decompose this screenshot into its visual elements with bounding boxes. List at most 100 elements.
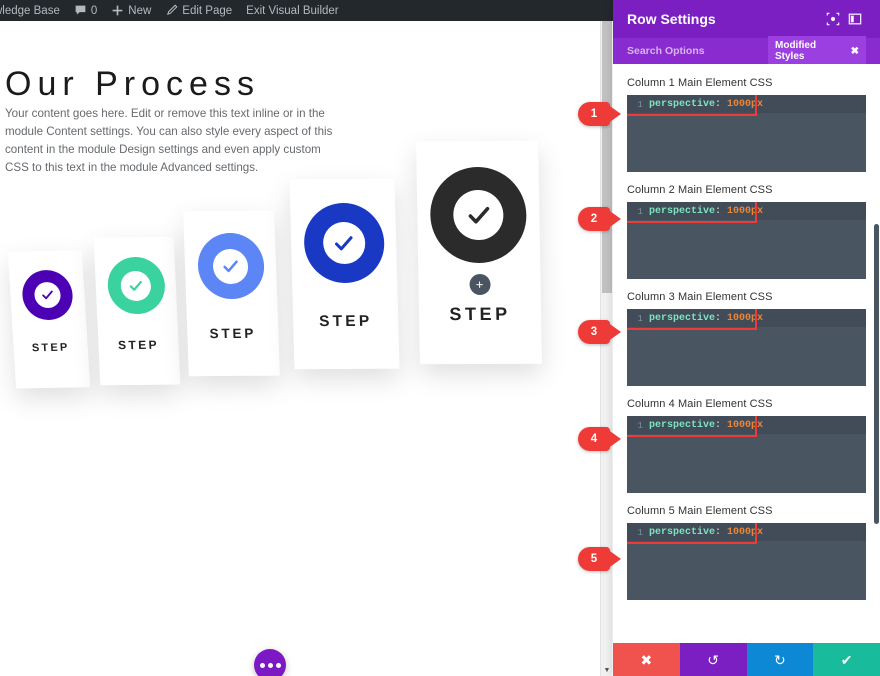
- admin-bar-comments[interactable]: 0: [67, 0, 104, 21]
- responsive-preview-icon[interactable]: [822, 8, 844, 30]
- close-icon[interactable]: ✖: [851, 46, 859, 57]
- panel-header: Row Settings: [613, 0, 880, 38]
- row-settings-panel: Row Settings Modified Styles ✖: [613, 0, 880, 676]
- plus-icon: [111, 4, 124, 17]
- panel-footer-actions: ✖ ↺ ↻ ✔: [613, 643, 880, 676]
- page-scrollbar-thumb[interactable]: [602, 21, 612, 293]
- admin-bar-site-name[interactable]: wledge Base: [0, 0, 67, 21]
- cancel-button[interactable]: ✖: [613, 643, 680, 676]
- check-icon: [129, 280, 142, 291]
- step-cards-row: STEP STEP STEP STEP + STEP: [0, 106, 600, 426]
- css-value: 1000px: [727, 526, 764, 538]
- field-label: Column 1 Main Element CSS: [627, 77, 773, 89]
- field-label: Column 3 Main Element CSS: [627, 291, 773, 303]
- annotation-marker-4: 4: [578, 427, 622, 451]
- check-icon: [468, 206, 489, 224]
- code-line-number: 1: [637, 419, 643, 431]
- undo-button[interactable]: ↺: [679, 643, 747, 676]
- css-code-editor[interactable]: 1 perspective: 1000px: [627, 202, 866, 279]
- css-punctuation: :: [715, 312, 728, 324]
- admin-bar-new[interactable]: New: [104, 0, 158, 21]
- code-line-number: 1: [637, 312, 643, 324]
- annotation-marker-2: 2: [578, 207, 622, 231]
- add-module-button[interactable]: +: [468, 273, 491, 296]
- comments-count: 0: [90, 4, 98, 17]
- annotation-marker-5: 5: [578, 547, 622, 571]
- css-code-editor[interactable]: 1 perspective: 1000px: [627, 95, 866, 172]
- search-input[interactable]: [627, 45, 768, 57]
- css-code-editor[interactable]: 1 perspective: 1000px: [627, 416, 866, 493]
- css-property: perspective: [649, 98, 716, 110]
- code-line[interactable]: 1 perspective: 1000px: [627, 523, 866, 541]
- step-label: STEP: [449, 303, 511, 325]
- step-card[interactable]: STEP: [7, 250, 91, 389]
- field-column-2-main-element-css: Column 2 Main Element CSS 1 perspective:…: [627, 184, 866, 279]
- divi-menu-dots-icon: [259, 662, 265, 668]
- css-value: 1000px: [727, 312, 764, 324]
- admin-bar-exit-visual-builder[interactable]: Exit Visual Builder: [239, 0, 345, 21]
- panel-search-bar: Modified Styles ✖: [613, 36, 880, 66]
- panel-body: Column 1 Main Element CSS 1 perspective:…: [613, 64, 880, 648]
- exit-visual-builder-label: Exit Visual Builder: [246, 4, 339, 17]
- step-label: STEP: [117, 337, 160, 353]
- field-label: Column 5 Main Element CSS: [627, 505, 773, 517]
- field-column-3-main-element-css: Column 3 Main Element CSS 1 perspective:…: [627, 291, 866, 386]
- step-label: STEP: [318, 312, 373, 331]
- annotation-marker-tip-icon: [607, 549, 621, 569]
- comment-icon: [74, 4, 87, 17]
- css-punctuation: :: [715, 419, 728, 431]
- redo-button[interactable]: ↻: [746, 643, 814, 676]
- css-code-editor[interactable]: 1 perspective: 1000px: [627, 309, 866, 386]
- code-line-number: 1: [637, 526, 643, 538]
- css-value: 1000px: [727, 419, 764, 431]
- step-card[interactable]: STEP: [289, 178, 400, 370]
- modified-styles-badge[interactable]: Modified Styles ✖: [768, 36, 866, 66]
- css-property: perspective: [649, 312, 716, 324]
- step-card[interactable]: + STEP: [416, 140, 542, 365]
- annotation-marker-tip-icon: [607, 322, 621, 342]
- panel-title: Row Settings: [627, 11, 716, 27]
- modified-styles-label: Modified Styles: [775, 40, 817, 62]
- edit-page-label: Edit Page: [182, 4, 233, 17]
- panel-scrollbar-thumb[interactable]: [874, 224, 879, 524]
- divi-builder-menu-button[interactable]: [254, 649, 286, 676]
- annotation-marker-tip-icon: [607, 209, 621, 229]
- check-icon: [223, 259, 238, 272]
- code-line[interactable]: 1 perspective: 1000px: [627, 309, 866, 327]
- annotation-marker-number: 1: [578, 102, 610, 126]
- field-column-4-main-element-css: Column 4 Main Element CSS 1 perspective:…: [627, 398, 866, 493]
- divi-menu-dots-icon: [267, 662, 273, 668]
- admin-bar-edit-page[interactable]: Edit Page: [158, 0, 239, 21]
- panel-scrollbar[interactable]: [874, 64, 879, 648]
- annotation-marker-tip-icon: [607, 104, 621, 124]
- pencil-icon: [165, 4, 178, 17]
- annotation-marker-number: 5: [578, 547, 610, 571]
- field-column-1-main-element-css: Column 1 Main Element CSS 1 perspective:…: [627, 77, 866, 172]
- annotation-marker-number: 4: [578, 427, 610, 451]
- check-icon: [42, 290, 53, 300]
- annotation-marker-3: 3: [578, 320, 622, 344]
- save-button[interactable]: ✔: [813, 643, 880, 676]
- scroll-down-arrow-icon[interactable]: ▼: [601, 664, 613, 676]
- page-canvas[interactable]: Our Process Your content goes here. Edit…: [0, 21, 600, 676]
- css-value: 1000px: [727, 98, 764, 110]
- css-punctuation: :: [715, 98, 728, 110]
- step-label: STEP: [31, 341, 70, 355]
- page-title: Our Process: [5, 65, 260, 103]
- code-line-number: 1: [637, 205, 643, 217]
- field-column-5-main-element-css: Column 5 Main Element CSS 1 perspective:…: [627, 505, 866, 600]
- code-line[interactable]: 1 perspective: 1000px: [627, 202, 866, 220]
- panel-layout-icon[interactable]: [844, 8, 866, 30]
- css-code-editor[interactable]: 1 perspective: 1000px: [627, 523, 866, 600]
- screen-root: wledge Base 0 New Edit Page Exit Visual …: [0, 0, 880, 676]
- step-card[interactable]: STEP: [183, 210, 280, 377]
- step-card[interactable]: STEP: [93, 236, 181, 386]
- annotation-marker-1: 1: [578, 102, 622, 126]
- divi-menu-dots-icon: [275, 662, 281, 668]
- new-label: New: [128, 4, 152, 17]
- annotation-marker-number: 2: [578, 207, 610, 231]
- code-line[interactable]: 1 perspective: 1000px: [627, 95, 866, 113]
- code-line[interactable]: 1 perspective: 1000px: [627, 416, 866, 434]
- check-icon: [335, 235, 353, 250]
- css-punctuation: :: [715, 526, 728, 538]
